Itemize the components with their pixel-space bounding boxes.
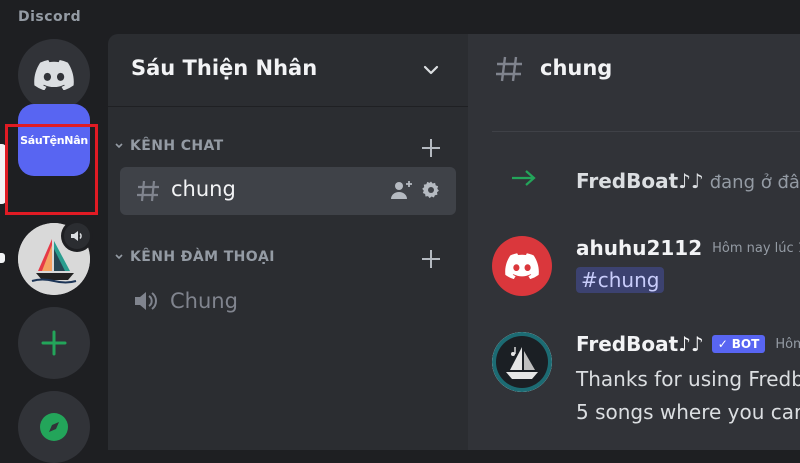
message-timestamp: Hôm nay lúc 1 [712, 240, 800, 256]
check-icon: ✓ [717, 337, 728, 351]
voice-channel-name: Chung [170, 289, 238, 313]
title-bar: Discord [0, 0, 800, 34]
text-channel-icon [137, 180, 159, 202]
category-chevron-icon [115, 254, 123, 260]
speaker-icon [135, 292, 157, 310]
join-message [510, 168, 538, 188]
header-divider [492, 131, 800, 132]
create-channel-icon[interactable] [420, 137, 442, 159]
explore-servers-button[interactable] [18, 391, 90, 463]
channel-item-chung[interactable]: chung [120, 167, 456, 215]
app-brand: Discord [18, 9, 82, 25]
join-message-text: FredBoat♪♪ đang ở đâ [576, 169, 800, 193]
category-voice-channels[interactable]: KÊNH ĐÀM THOẠI [114, 249, 275, 265]
channel-title: chung [540, 56, 613, 80]
author-name[interactable]: ahuhu2112 [576, 236, 702, 260]
voice-channel-chung[interactable]: Chung [132, 288, 238, 314]
text-channel-icon [496, 56, 522, 82]
channel-mention[interactable]: #chung [576, 267, 665, 293]
highlight-annotation [5, 124, 98, 215]
avatar[interactable] [492, 332, 552, 392]
join-arrow-icon [512, 170, 536, 186]
discord-logo-icon [505, 253, 539, 279]
message-timestamp: Hôm [775, 336, 800, 352]
join-user-name[interactable]: FredBoat♪♪ [576, 169, 704, 193]
join-text: đang ở đâ [709, 172, 800, 193]
message-author: ahuhu2112 Hôm nay lúc 1 [576, 236, 800, 260]
category-chevron-icon [115, 143, 123, 149]
message-text: 5 songs where you car [576, 400, 800, 424]
fredboat-logo-icon [492, 332, 552, 392]
speaker-icon [71, 231, 82, 241]
server-name: Sáu Thiện Nhân [131, 56, 318, 80]
bot-badge: ✓ BOT [711, 335, 766, 353]
plus-icon [41, 330, 67, 356]
channel-name: chung [171, 177, 236, 201]
chat-panel: chung FredBoat♪♪ đang ở đâ ahuhu2112 Hôm … [468, 34, 800, 450]
message-text: Thanks for using Fredb [576, 367, 800, 391]
message-author: FredBoat♪♪ ✓ BOT Hôm [576, 332, 800, 356]
category-label: KÊNH ĐÀM THOẠI [130, 249, 275, 265]
gear-icon[interactable] [421, 180, 441, 200]
bot-badge-label: BOT [731, 337, 760, 351]
add-server-button[interactable] [18, 307, 90, 379]
category-label: KÊNH CHAT [130, 138, 224, 154]
create-channel-icon[interactable] [420, 248, 442, 270]
chat-header: chung [468, 34, 800, 106]
voice-active-badge [61, 220, 93, 252]
home-button[interactable] [18, 39, 90, 111]
unread-indicator [0, 253, 5, 263]
server-header[interactable]: Sáu Thiện Nhân [108, 34, 468, 107]
compass-icon [40, 413, 68, 441]
invite-member-icon[interactable] [390, 179, 414, 201]
discord-logo-icon [34, 60, 74, 90]
author-name[interactable]: FredBoat♪♪ [576, 332, 704, 356]
category-text-channels[interactable]: KÊNH CHAT [114, 138, 224, 154]
channel-sidebar: Sáu Thiện Nhân KÊNH CHAT chung KÊNH ĐÀM … [108, 34, 468, 450]
chevron-down-icon [423, 65, 439, 75]
avatar[interactable] [492, 236, 552, 296]
